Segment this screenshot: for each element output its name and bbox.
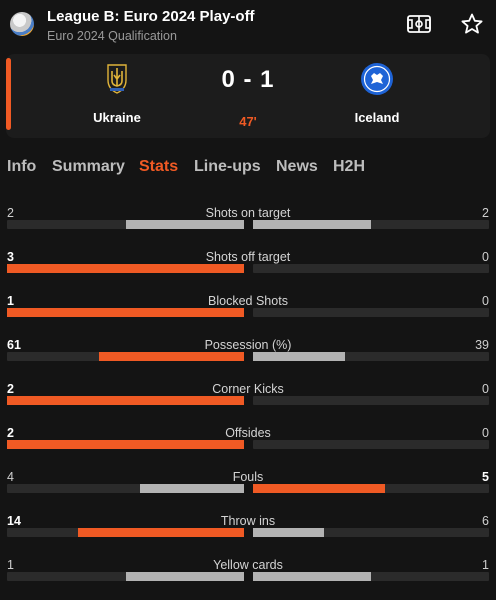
home-stat-bar (125, 572, 244, 581)
away-stat-bar (253, 484, 386, 493)
stat-home-value: 1 (7, 558, 14, 572)
tab-h2h[interactable]: H2H (333, 158, 365, 176)
tab-summary[interactable]: Summary (52, 158, 125, 176)
away-stat-bar-track (253, 440, 489, 449)
away-stat-bar (253, 572, 371, 581)
home-stat-bar-track (7, 264, 244, 273)
stat-home-value: 3 (7, 250, 14, 264)
home-stat-bar (125, 220, 244, 229)
home-stat-bar-track (7, 440, 244, 449)
stat-home-value: 1 (7, 294, 14, 308)
home-stat-bar (99, 352, 244, 361)
away-stat-bar (253, 352, 346, 361)
stat-name: Blocked Shots (208, 294, 288, 308)
stat-home-value: 2 (7, 206, 14, 220)
stat-row: 14 Throw ins 6 (0, 514, 496, 550)
away-stat-bar-track (253, 352, 489, 361)
home-stat-bar (7, 264, 244, 273)
match-score: 0 - 1 (221, 66, 275, 93)
home-stat-bar (7, 308, 244, 317)
away-stat-bar-track (253, 484, 489, 493)
page-title: League B: Euro 2024 Play-off (47, 8, 255, 25)
stat-home-value: 4 (7, 470, 14, 484)
home-stat-bar-track (7, 308, 244, 317)
home-stat-bar (139, 484, 244, 493)
match-header: League B: Euro 2024 Play-off Euro 2024 Q… (0, 0, 496, 50)
star-icon (461, 13, 483, 34)
stat-home-value: 14 (7, 514, 21, 528)
stat-name: Corner Kicks (212, 382, 284, 396)
away-stat-bar-track (253, 396, 489, 405)
pitch-view-button[interactable] (406, 12, 432, 36)
home-team-name: Ukraine (93, 110, 141, 125)
scoreboard: Ukraine 0 - 1 47' Iceland (6, 54, 490, 138)
stat-row: 2 Shots on target 2 (0, 206, 496, 242)
home-stat-bar (7, 396, 244, 405)
stat-row: 2 Offsides 0 (0, 426, 496, 462)
stat-away-value: 0 (482, 382, 489, 396)
home-stat-bar-track (7, 572, 244, 581)
home-stat-bar-track (7, 396, 244, 405)
stat-away-value: 0 (482, 250, 489, 264)
tab-news[interactable]: News (276, 158, 318, 176)
home-stat-bar-track (7, 220, 244, 229)
stat-away-value: 0 (482, 294, 489, 308)
away-stat-bar-track (253, 572, 489, 581)
stat-away-value: 1 (482, 558, 489, 572)
home-stat-bar (7, 440, 244, 449)
stat-home-value: 2 (7, 382, 14, 396)
away-stat-bar-track (253, 308, 489, 317)
home-stat-bar-track (7, 528, 244, 537)
stat-away-value: 39 (475, 338, 489, 352)
stat-row: 4 Fouls 5 (0, 470, 496, 506)
stat-name: Shots off target (205, 250, 291, 264)
match-minute: 47' (239, 114, 257, 129)
stat-away-value: 5 (482, 470, 489, 484)
away-team[interactable]: Iceland (307, 62, 447, 125)
tab-info[interactable]: Info (7, 158, 36, 176)
tab-line-ups[interactable]: Line-ups (194, 158, 261, 176)
stat-row: 3 Shots off target 0 (0, 250, 496, 286)
stat-name: Possession (%) (204, 338, 292, 352)
stat-away-value: 2 (482, 206, 489, 220)
stat-name: Shots on target (205, 206, 291, 220)
home-stat-bar (78, 528, 244, 537)
stat-name: Throw ins (220, 514, 276, 528)
away-stat-bar-track (253, 264, 489, 273)
stat-name: Yellow cards (213, 558, 283, 572)
stat-row: 1 Yellow cards 1 (0, 558, 496, 594)
away-team-name: Iceland (354, 110, 400, 125)
stat-home-value: 61 (7, 338, 21, 352)
ukraine-crest-icon (107, 64, 127, 94)
home-stat-bar-track (7, 484, 244, 493)
stat-name: Offsides (225, 426, 271, 440)
stat-row: 1 Blocked Shots 0 (0, 294, 496, 330)
live-indicator (6, 58, 11, 130)
away-stat-bar (253, 528, 324, 537)
pitch-icon (407, 15, 431, 33)
competition-logo-icon (10, 12, 34, 36)
stat-name: Fouls (232, 470, 264, 484)
iceland-crest-icon (361, 63, 393, 95)
competition-subtitle[interactable]: Euro 2024 Qualification (47, 29, 177, 43)
away-stat-bar-track (253, 528, 489, 537)
home-team[interactable]: Ukraine (47, 62, 187, 125)
tab-stats[interactable]: Stats (139, 158, 178, 176)
away-stat-bar (253, 220, 371, 229)
home-stat-bar-track (7, 352, 244, 361)
stat-away-value: 6 (482, 514, 489, 528)
away-stat-bar-track (253, 220, 489, 229)
stat-away-value: 0 (482, 426, 489, 440)
stat-row: 61 Possession (%) 39 (0, 338, 496, 374)
match-tabs: Info Summary Stats Line-ups News H2H (0, 158, 496, 180)
stat-row: 2 Corner Kicks 0 (0, 382, 496, 418)
favorite-button[interactable] (459, 12, 485, 36)
stat-home-value: 2 (7, 426, 14, 440)
